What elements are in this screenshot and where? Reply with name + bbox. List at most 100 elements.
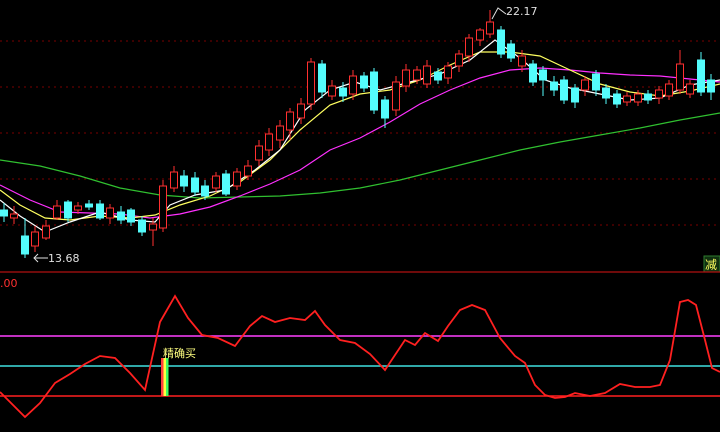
candle-body	[623, 95, 631, 103]
low-price-label: 13.68	[48, 252, 80, 265]
buy-signal-bar	[161, 358, 169, 396]
candle-body	[423, 65, 431, 85]
candle-body	[476, 29, 484, 41]
candle-body	[413, 69, 421, 81]
candle	[360, 72, 368, 92]
ma-long-line	[0, 67, 720, 219]
candle-body	[21, 235, 29, 255]
buy-signal-label: 精确买	[163, 347, 196, 360]
candle-body	[201, 185, 209, 197]
candle-body	[571, 87, 579, 103]
candle-body	[507, 43, 515, 59]
candle-body	[560, 79, 568, 101]
candle	[455, 50, 463, 72]
candle-body	[402, 69, 410, 87]
high-marker: 22.17	[491, 5, 538, 20]
candle	[222, 170, 230, 196]
low-marker: 13.68	[33, 252, 80, 265]
candle	[96, 200, 104, 220]
candle-body	[222, 173, 230, 195]
candle	[581, 76, 589, 96]
moving-average-lines	[0, 39, 720, 233]
candle-body	[529, 63, 537, 83]
candle	[276, 120, 284, 148]
candle-body	[31, 231, 39, 247]
candle-body	[676, 63, 684, 91]
candle	[623, 92, 631, 106]
candle-body	[117, 211, 125, 221]
candle-body	[497, 29, 505, 55]
candle-body	[149, 223, 157, 231]
candle-body	[697, 59, 705, 93]
candle	[85, 200, 93, 210]
candle	[328, 80, 336, 100]
candle	[159, 180, 167, 232]
candle-body	[318, 63, 326, 93]
candle-body	[127, 209, 135, 223]
candle-body	[465, 37, 473, 57]
candle-body	[486, 21, 494, 35]
reduce-badge[interactable]: 减	[703, 255, 720, 273]
candle-body	[518, 55, 526, 67]
candle	[21, 218, 29, 258]
candle-body	[191, 177, 199, 193]
candle-body	[381, 99, 389, 119]
candle-body	[42, 225, 50, 239]
high-price-label: 22.17	[506, 5, 538, 18]
candle	[307, 58, 315, 110]
ma-short-line	[0, 39, 720, 233]
candle-body	[265, 133, 273, 151]
candle	[644, 90, 652, 104]
candle-body	[655, 89, 663, 99]
candle-body	[455, 53, 463, 67]
candle-body	[339, 87, 347, 97]
candle-body	[307, 61, 315, 105]
candle	[697, 52, 705, 96]
candle-body	[392, 81, 400, 111]
candle-body	[644, 93, 652, 101]
indicator-line	[0, 294, 720, 419]
candle-body	[106, 207, 114, 219]
candle-body	[96, 203, 104, 219]
candle	[286, 108, 294, 140]
candle-body	[613, 93, 621, 105]
candle	[255, 140, 263, 166]
candle-body	[74, 205, 82, 211]
candle-body	[53, 205, 61, 219]
candle-body	[328, 85, 336, 97]
candle	[402, 64, 410, 92]
stock-chart[interactable]: 22.17 13.68 减 .00 精确买	[0, 0, 720, 432]
candle	[42, 220, 50, 240]
candle	[423, 60, 431, 88]
candle-body	[581, 79, 589, 91]
candle-body	[244, 165, 252, 177]
candle	[180, 170, 188, 192]
candle-body	[686, 83, 694, 95]
candle	[53, 200, 61, 220]
candle-body	[444, 65, 452, 79]
candle	[665, 80, 673, 100]
candle	[318, 60, 326, 98]
candle-body	[360, 75, 368, 89]
candle	[686, 80, 694, 98]
candle	[370, 68, 378, 114]
candle	[170, 166, 178, 192]
candle	[676, 50, 684, 94]
candle-body	[276, 125, 284, 141]
ma-longest-line	[0, 112, 720, 199]
candle-body	[286, 111, 294, 131]
candle-body	[297, 103, 305, 119]
candle-body	[138, 219, 146, 233]
candle-body	[0, 209, 8, 217]
candle	[212, 172, 220, 192]
candle	[476, 28, 484, 46]
candle	[265, 128, 273, 156]
candle-body	[550, 81, 558, 91]
candle	[571, 84, 579, 108]
candle-body	[170, 171, 178, 189]
candle-body	[370, 71, 378, 111]
candle-body	[665, 83, 673, 97]
candle	[138, 216, 146, 236]
candle	[539, 66, 547, 96]
candle	[707, 74, 715, 100]
